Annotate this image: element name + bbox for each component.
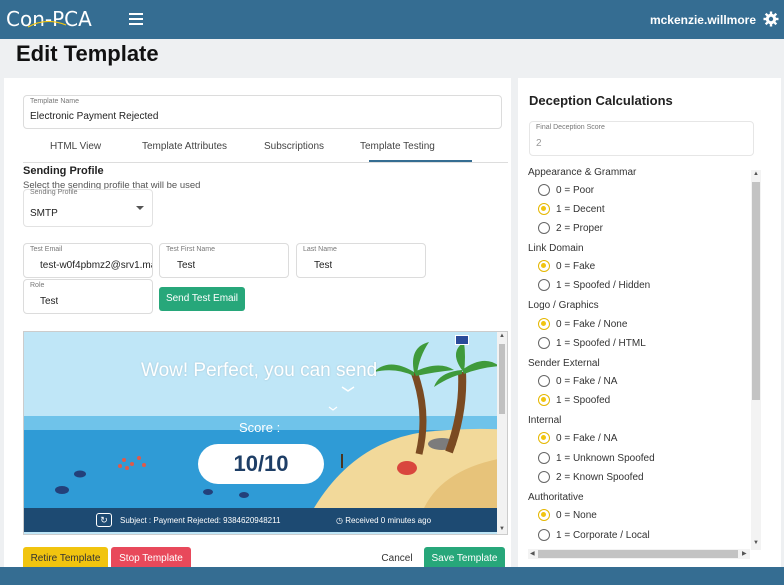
hamburger-menu-icon[interactable] bbox=[129, 13, 143, 25]
scroll-right-icon[interactable]: ▶ bbox=[742, 550, 747, 557]
radio-label: 0 = Fake bbox=[556, 261, 596, 272]
top-app-bar: Con-PCA mckenzie.willmore bbox=[0, 0, 784, 39]
final-score-value: 2 bbox=[536, 138, 542, 149]
clock-icon: ◷ bbox=[336, 516, 346, 525]
radio-label: 1 = Spoofed / Hidden bbox=[556, 280, 651, 291]
deception-radio-list: Appearance & Grammar 0 = Poor 1 = Decent… bbox=[528, 164, 753, 549]
preview-scrollbar[interactable]: ▲ ▼ bbox=[497, 332, 507, 534]
radio-link-domain-0[interactable] bbox=[538, 260, 550, 272]
sending-profile-title: Sending Profile bbox=[23, 165, 104, 177]
gear-icon[interactable] bbox=[763, 11, 779, 27]
group-link-domain: Link Domain bbox=[528, 243, 584, 254]
last-name-value: Test bbox=[314, 260, 333, 271]
scroll-up-icon[interactable]: ▲ bbox=[753, 171, 759, 177]
tab-template-attributes[interactable]: Template Attributes bbox=[142, 141, 227, 152]
radio-label: 0 = Fake / NA bbox=[556, 376, 618, 387]
scroll-down-icon[interactable]: ▼ bbox=[753, 540, 759, 546]
preview-score-value: 10/10 bbox=[198, 444, 324, 484]
last-name-label: Last Name bbox=[303, 246, 337, 253]
radio-internal-0[interactable] bbox=[538, 432, 550, 444]
template-tabs: HTML View Template Attributes Subscripti… bbox=[23, 135, 508, 163]
tab-html-view[interactable]: HTML View bbox=[50, 141, 101, 152]
radio-label: 1 = Unknown Spoofed bbox=[556, 453, 655, 464]
radio-logo-1[interactable] bbox=[538, 337, 550, 349]
scroll-down-icon[interactable]: ▼ bbox=[499, 526, 505, 532]
sending-profile-select[interactable]: Sending Profile SMTP bbox=[23, 189, 153, 227]
radio-label: 1 = Decent bbox=[556, 204, 605, 215]
group-logo-graphics: Logo / Graphics bbox=[528, 300, 599, 311]
tab-template-testing[interactable]: Template Testing bbox=[360, 141, 435, 152]
template-name-field[interactable]: Template Name Electronic Payment Rejecte… bbox=[23, 95, 502, 129]
sending-profile-label: Sending Profile bbox=[30, 189, 78, 196]
group-authoritative: Authoritative bbox=[528, 492, 584, 503]
radio-logo-0[interactable] bbox=[538, 318, 550, 330]
deception-title: Deception Calculations bbox=[529, 93, 673, 108]
preview-footer: ↻ Subject : Payment Rejected: 9384620948… bbox=[24, 508, 499, 532]
role-field[interactable]: Role Test bbox=[23, 279, 153, 314]
radio-link-domain-1[interactable] bbox=[538, 279, 550, 291]
group-sender-external: Sender External bbox=[528, 358, 600, 369]
radio-label: 2 = Proper bbox=[556, 223, 603, 234]
refresh-icon[interactable]: ↻ bbox=[96, 513, 112, 527]
scroll-left-icon[interactable]: ◀ bbox=[530, 550, 535, 557]
preview-headline: Wow! Perfect, you can send bbox=[141, 360, 378, 381]
test-email-field[interactable]: Test Email test-w0f4pbmz2@srv1.mail-t bbox=[23, 243, 153, 278]
radio-appearance-0[interactable] bbox=[538, 184, 550, 196]
send-test-email-button[interactable]: Send Test Email bbox=[159, 287, 245, 311]
radio-label: 1 = Spoofed bbox=[556, 395, 611, 406]
radio-label: 1 = Corporate / Local bbox=[556, 530, 650, 541]
sending-profile-value: SMTP bbox=[30, 208, 58, 219]
test-first-name-label: Test First Name bbox=[166, 246, 216, 253]
scroll-up-icon[interactable]: ▲ bbox=[499, 333, 505, 339]
page-title: Edit Template bbox=[16, 41, 159, 66]
uk-flag-icon[interactable] bbox=[455, 335, 469, 345]
deception-vertical-scrollbar[interactable]: ▲ ▼ bbox=[751, 170, 761, 550]
deception-hscroll-thumb[interactable] bbox=[538, 550, 738, 558]
last-name-field[interactable]: Last Name Test bbox=[296, 243, 426, 278]
preview-subject: Subject : Payment Rejected: 938462094821… bbox=[120, 516, 281, 525]
final-score-label: Final Deception Score bbox=[536, 124, 605, 131]
radio-label: 2 = Known Spoofed bbox=[556, 472, 644, 483]
radio-sender-external-0[interactable] bbox=[538, 375, 550, 387]
role-value: Test bbox=[40, 296, 59, 307]
preview-scroll-thumb[interactable] bbox=[499, 344, 505, 414]
test-email-label: Test Email bbox=[30, 246, 63, 253]
active-tab-indicator bbox=[369, 160, 472, 162]
test-first-name-value: Test bbox=[177, 260, 196, 271]
bottom-bar bbox=[0, 567, 784, 585]
radio-label: 1 = Spoofed / HTML bbox=[556, 338, 646, 349]
logo-text: Con-PCA bbox=[6, 7, 92, 31]
final-deception-score-field: Final Deception Score 2 bbox=[529, 121, 754, 156]
deception-horizontal-scrollbar[interactable]: ◀ ▶ bbox=[528, 549, 750, 559]
app-logo[interactable]: Con-PCA bbox=[6, 5, 121, 33]
radio-label: 0 = Fake / NA bbox=[556, 433, 618, 444]
radio-authoritative-1[interactable] bbox=[538, 529, 550, 541]
preview-score-label: Score : bbox=[239, 420, 281, 435]
role-label: Role bbox=[30, 282, 45, 289]
template-name-value: Electronic Payment Rejected bbox=[30, 111, 159, 122]
radio-label: 0 = None bbox=[556, 510, 597, 521]
tab-subscriptions[interactable]: Subscriptions bbox=[264, 141, 324, 152]
radio-internal-1[interactable] bbox=[538, 452, 550, 464]
preview-received-text: Received 0 minutes ago bbox=[345, 516, 432, 525]
test-first-name-field[interactable]: Test First Name Test bbox=[159, 243, 289, 278]
radio-appearance-1[interactable] bbox=[538, 203, 550, 215]
deception-scroll-thumb[interactable] bbox=[752, 182, 760, 400]
template-name-label: Template Name bbox=[30, 98, 80, 105]
radio-appearance-2[interactable] bbox=[538, 222, 550, 234]
email-preview[interactable]: Wow! Perfect, you can send Score : 10/10… bbox=[23, 331, 508, 535]
group-internal: Internal bbox=[528, 415, 562, 426]
radio-label: 0 = Fake / None bbox=[556, 319, 628, 330]
radio-authoritative-0[interactable] bbox=[538, 509, 550, 521]
preview-received: ◷ Received 0 minutes ago bbox=[336, 516, 431, 525]
group-appearance-grammar: Appearance & Grammar bbox=[528, 167, 637, 178]
test-email-value: test-w0f4pbmz2@srv1.mail-t bbox=[40, 260, 152, 271]
radio-label: 0 = Poor bbox=[556, 185, 595, 196]
radio-internal-2[interactable] bbox=[538, 471, 550, 483]
username[interactable]: mckenzie.willmore bbox=[650, 13, 756, 27]
chevron-down-icon bbox=[136, 206, 144, 210]
radio-sender-external-1[interactable] bbox=[538, 394, 550, 406]
